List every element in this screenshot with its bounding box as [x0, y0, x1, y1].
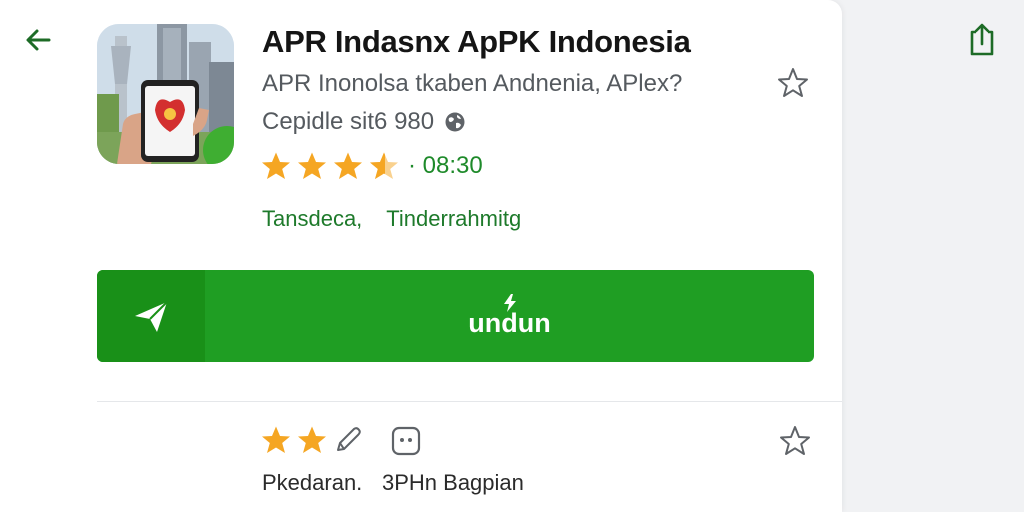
star-outline-icon	[780, 426, 810, 455]
star-outline-icon	[778, 68, 808, 97]
app-detail-card: APR Indasnx ApPK Indonesia APR Inonolsa …	[0, 0, 842, 512]
divider	[97, 401, 842, 402]
rating-value: · 08:30	[408, 152, 483, 179]
star-full-icon	[296, 150, 328, 182]
share-label[interactable]: 3PHn Bagpian	[382, 470, 524, 496]
favorite-button[interactable]	[778, 424, 812, 458]
tag-item[interactable]: Tansdeca,	[262, 206, 362, 232]
app-size-row: Cepidle sit6 980	[262, 108, 466, 136]
star-full-icon	[332, 150, 364, 182]
app-developer[interactable]: APR Inonolsa tkaben Andnenia, APlex?	[262, 70, 682, 98]
globe-icon	[444, 111, 466, 133]
tag-item[interactable]: Tinderrahmitg	[386, 206, 521, 232]
star-half-icon	[368, 150, 400, 182]
star-full-icon	[260, 150, 292, 182]
category-tags: Tansdeca, Tinderrahmitg	[262, 206, 521, 232]
star-full-icon	[296, 424, 328, 456]
chat-icon	[391, 426, 421, 456]
app-icon	[97, 24, 234, 164]
reviews-label[interactable]: Pkedaran.	[262, 470, 362, 496]
pencil-icon	[332, 424, 364, 456]
paper-plane-icon	[135, 301, 168, 332]
rating-row: · 08:30	[260, 150, 483, 182]
arrow-left-icon	[26, 29, 51, 51]
wishlist-button[interactable]	[776, 66, 810, 100]
star-full-icon	[260, 424, 292, 456]
install-label: undun	[468, 307, 551, 338]
share-icon	[970, 23, 994, 56]
app-size-text: Cepidle sit6 980	[262, 108, 435, 135]
chat-button[interactable]	[390, 425, 422, 457]
install-icon-area	[97, 270, 205, 362]
app-title: APR Indasnx ApPK Indonesia	[262, 24, 691, 59]
review-stars[interactable]	[260, 424, 364, 456]
install-button[interactable]: undun	[97, 270, 814, 362]
share-button[interactable]	[964, 22, 1000, 58]
install-label-area: undun	[205, 270, 814, 362]
back-button[interactable]	[18, 20, 58, 60]
